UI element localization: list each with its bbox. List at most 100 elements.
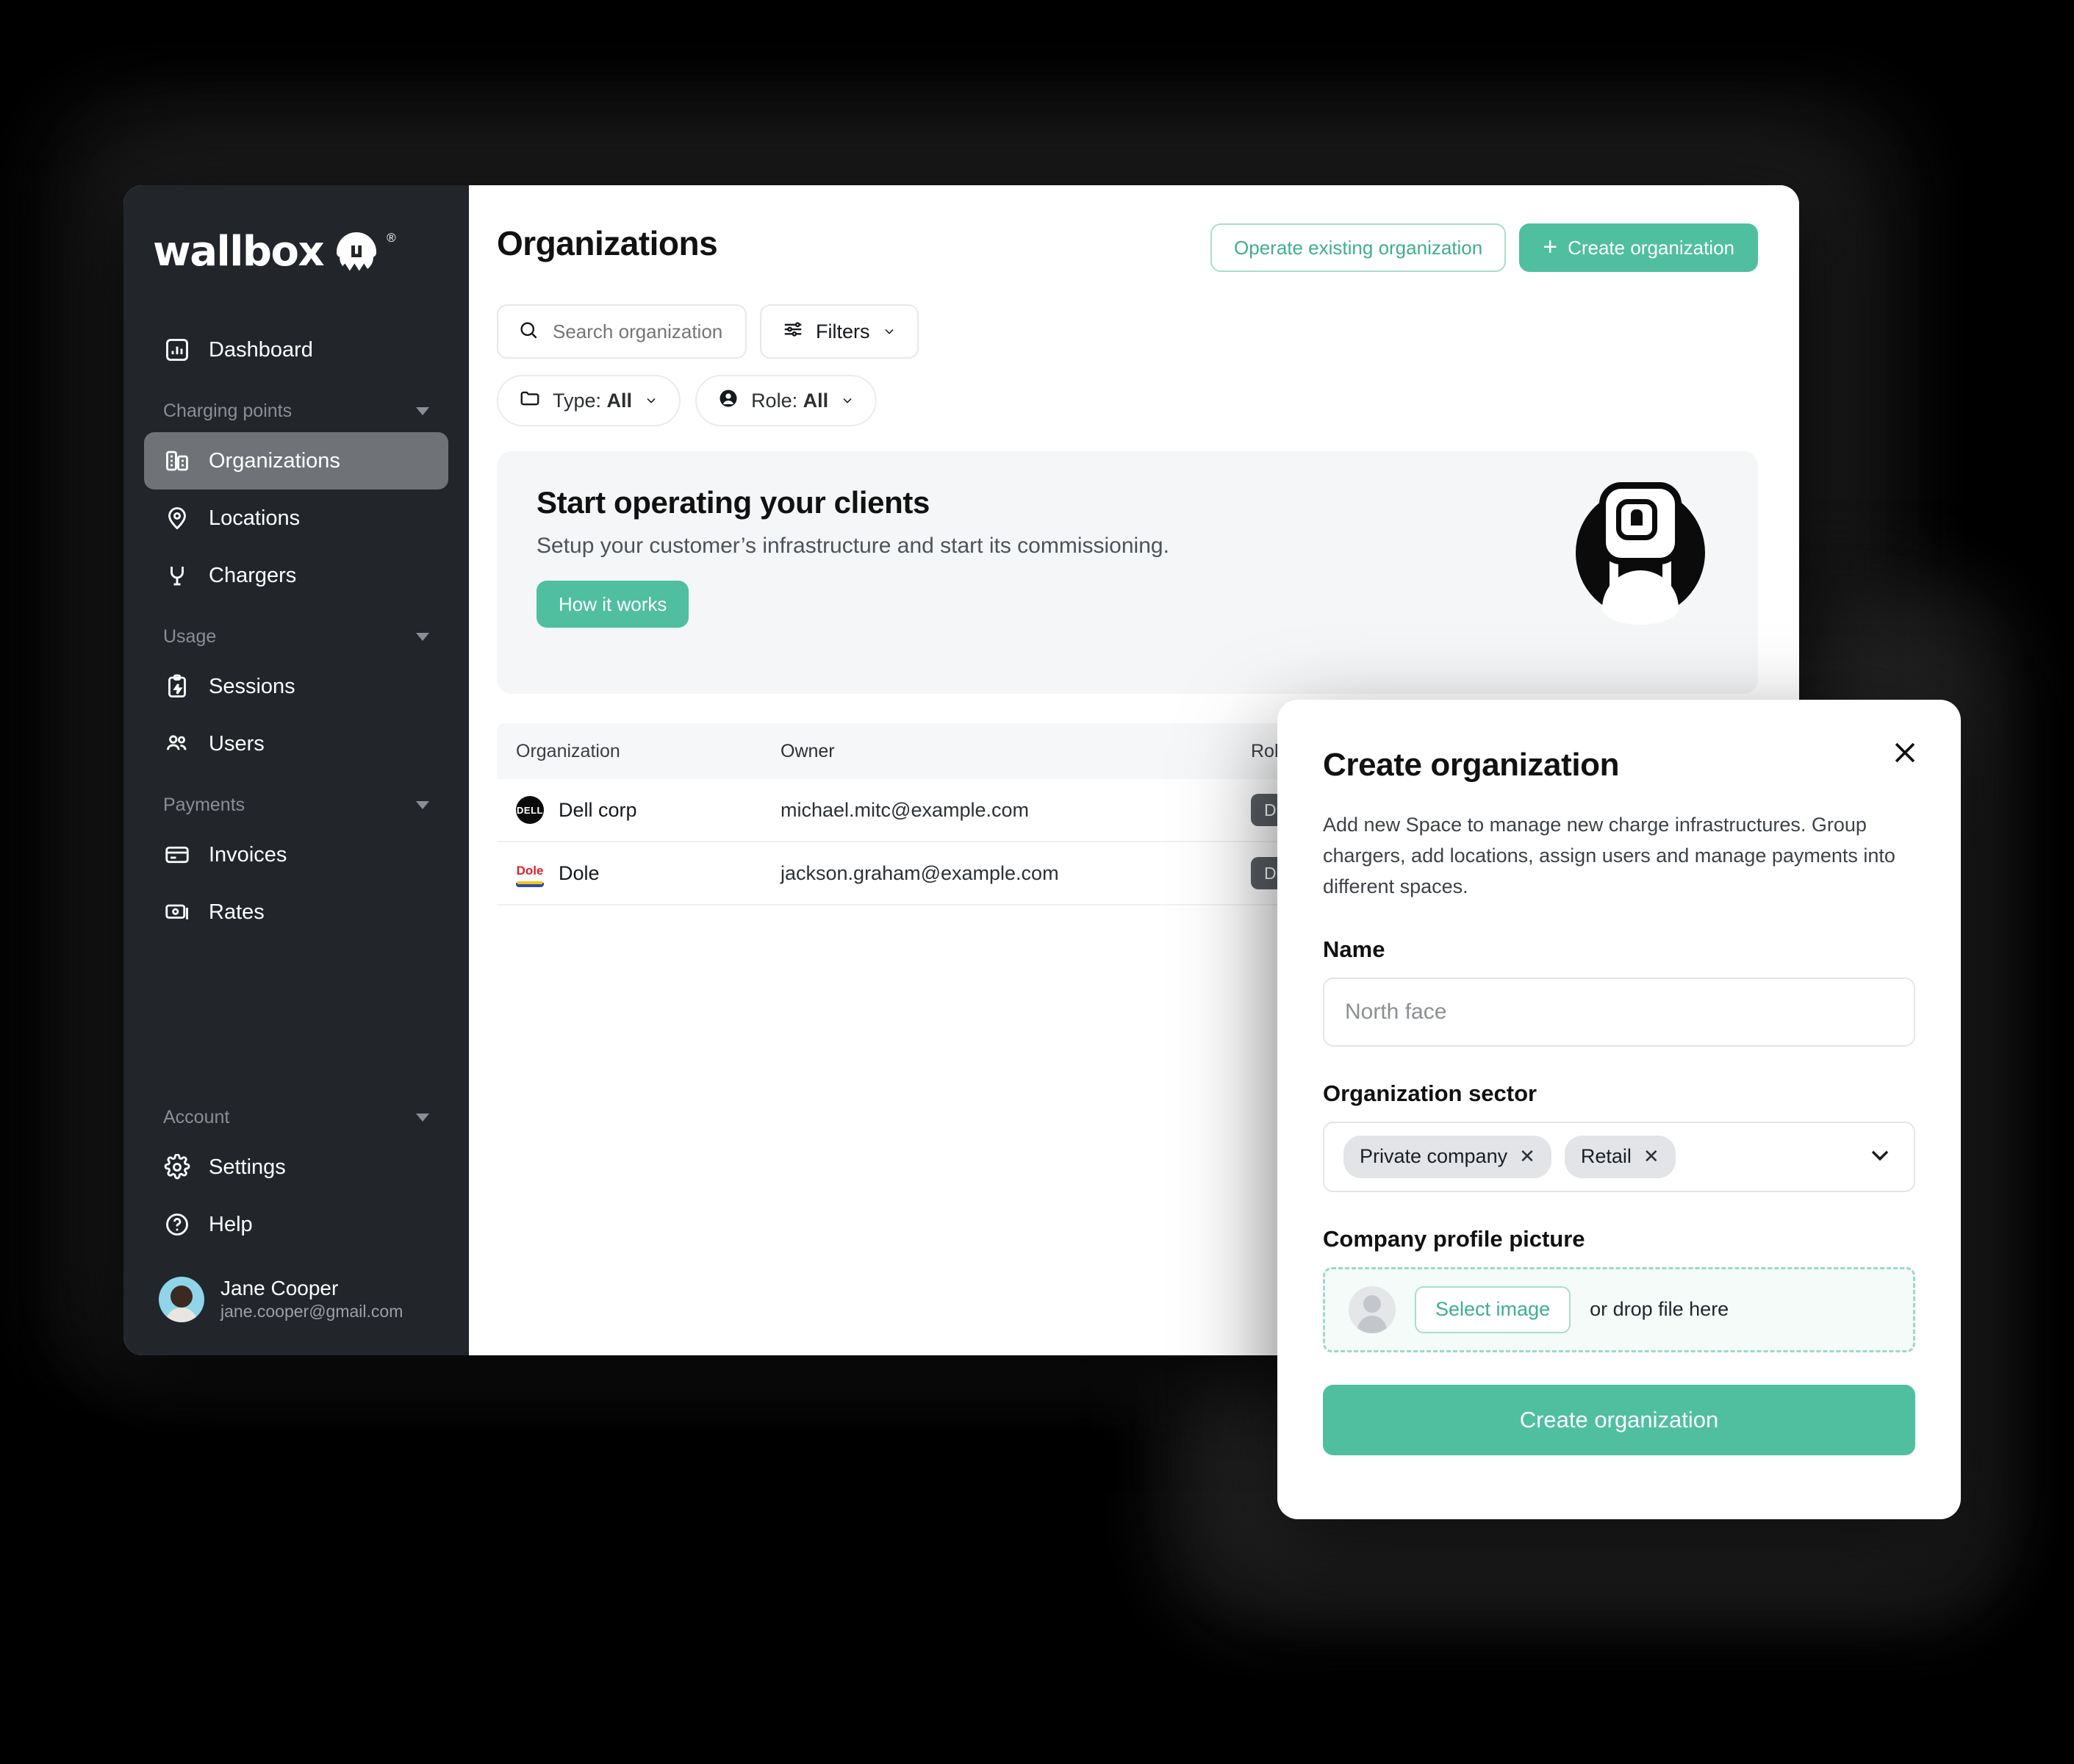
chevron-down-icon [416,801,429,809]
create-organization-button[interactable]: + Create organization [1519,223,1758,272]
sidebar-item-label: Locations [209,506,301,530]
question-circle-icon [163,1211,191,1238]
organization-sector-select[interactable]: Private company ✕ Retail ✕ [1323,1121,1915,1192]
search-filter-row: Filters [497,304,1758,359]
sector-tag[interactable]: Private company ✕ [1343,1135,1551,1178]
remove-tag-icon[interactable]: ✕ [1519,1145,1535,1168]
gear-icon [163,1153,191,1181]
header-actions: Operate existing organization + Create o… [1210,223,1758,272]
sidebar-item-invoices[interactable]: Invoices [144,826,448,883]
sidebar-item-locations[interactable]: Locations [144,490,448,547]
sidebar-item-settings[interactable]: Settings [144,1139,448,1196]
user-name: Jane Cooper [220,1277,339,1300]
sidebar-item-label: Settings [209,1155,286,1179]
folder-icon [519,387,541,415]
filter-chip-row: Type: All Role: All [497,375,1758,426]
chevron-down-icon [416,633,429,641]
filters-label: Filters [816,320,870,343]
chevron-down-icon [647,398,656,404]
sidebar-item-users[interactable]: Users [144,715,448,772]
sidebar-group-label: Charging points [163,401,293,421]
screenshot-stage: wallbox ® Dashboard Charging points Orga… [0,0,2074,1764]
cell-owner: michael.mitc@example.com [781,798,1030,821]
sidebar-group-label: Usage [163,626,217,647]
clipboard-bolt-icon [163,673,191,700]
sidebar-user-profile[interactable]: Jane Cooper jane.cooper@gmail.com [159,1275,469,1323]
organization-name: Dell corp [559,798,637,821]
column-header-organization: Organization [516,740,620,761]
sidebar-group-account[interactable]: Account [163,1107,429,1128]
sector-tag-label: Retail [1580,1145,1632,1168]
chevron-down-icon [884,329,894,334]
sidebar: wallbox ® Dashboard Charging points Orga… [123,185,469,1355]
filter-chip-type[interactable]: Type: All [497,375,681,426]
sidebar-item-chargers[interactable]: Chargers [144,547,448,604]
submit-create-organization-button[interactable]: Create organization [1323,1384,1915,1455]
promo-banner: Start operating your clients Setup your … [497,451,1758,694]
avatar [159,1276,204,1322]
sidebar-item-rates[interactable]: Rates [144,883,448,941]
sidebar-item-help[interactable]: Help [144,1196,448,1253]
location-pin-icon [163,504,191,532]
modal-title: Create organization [1323,747,1620,783]
filter-chip-role-label: Role: All [751,389,829,412]
filter-chip-role[interactable]: Role: All [695,375,878,426]
person-circle-icon [717,387,739,415]
page-title: Organizations [497,224,718,262]
sidebar-group-payments[interactable]: Payments [163,795,429,816]
select-image-button[interactable]: Select image [1415,1286,1571,1333]
sector-field-label: Organization sector [1323,1080,1537,1106]
chevron-down-icon [843,398,852,404]
dashboard-icon [163,336,191,364]
image-drop-zone[interactable]: Select image or drop file here [1323,1266,1915,1352]
sidebar-group-charging-points[interactable]: Charging points [163,401,429,422]
sidebar-group-usage[interactable]: Usage [163,626,429,648]
how-it-works-button[interactable]: How it works [537,581,689,628]
sidebar-item-label: Chargers [209,563,297,587]
plug-icon [163,562,191,589]
brand-logo[interactable]: wallbox ® [123,215,469,276]
sidebar-item-label: Sessions [209,674,295,698]
close-icon[interactable] [1887,735,1923,770]
filter-chip-type-label: Type: All [553,389,633,412]
users-icon [163,730,191,758]
operate-existing-organization-button[interactable]: Operate existing organization [1210,223,1507,272]
banner-subtitle: Setup your customer’s infrastructure and… [537,534,1169,558]
credit-card-icon [163,841,191,869]
organizations-icon [163,447,191,475]
sector-tag[interactable]: Retail ✕ [1564,1135,1676,1178]
sidebar-item-sessions[interactable]: Sessions [144,658,448,715]
brand-wordmark: wallbox [153,228,325,276]
modal-description: Add new Space to manage new charge infra… [1323,814,1895,897]
banknote-icon [163,898,191,926]
placeholder-avatar-icon [1349,1286,1396,1333]
create-organization-modal: Create organization Add new Space to man… [1277,700,1961,1519]
chevron-down-icon[interactable] [1865,1140,1895,1173]
sidebar-item-organizations[interactable]: Organizations [144,432,448,490]
sidebar-item-label: Invoices [209,842,287,867]
banner-title: Start operating your clients [537,485,930,520]
page-header: Organizations Operate existing organizat… [497,223,1758,272]
user-email: jane.cooper@gmail.com [220,1302,403,1322]
sidebar-item-label: Users [209,731,265,756]
search-organization-box[interactable] [497,304,747,359]
registered-mark: ® [387,231,396,245]
cell-organization: Dole Dole [516,859,781,887]
sector-tag-label: Private company [1360,1145,1508,1168]
chevron-down-icon [416,1114,429,1122]
organization-name-input[interactable] [1323,977,1915,1047]
charger-rocket-illustration [1576,482,1705,625]
search-input[interactable] [553,320,726,343]
remove-tag-icon[interactable]: ✕ [1643,1145,1659,1168]
sidebar-group-label: Payments [163,795,245,815]
sidebar-item-label: Dashboard [209,337,313,362]
organization-name: Dole [559,861,600,884]
sidebar-item-label: Rates [209,900,265,924]
filters-button[interactable]: Filters [760,304,919,359]
sidebar-item-label: Help [209,1212,253,1236]
search-icon [517,319,539,345]
chevron-down-icon [416,407,429,415]
drop-file-hint: or drop file here [1590,1298,1729,1321]
sidebar-item-dashboard[interactable]: Dashboard [144,321,448,379]
